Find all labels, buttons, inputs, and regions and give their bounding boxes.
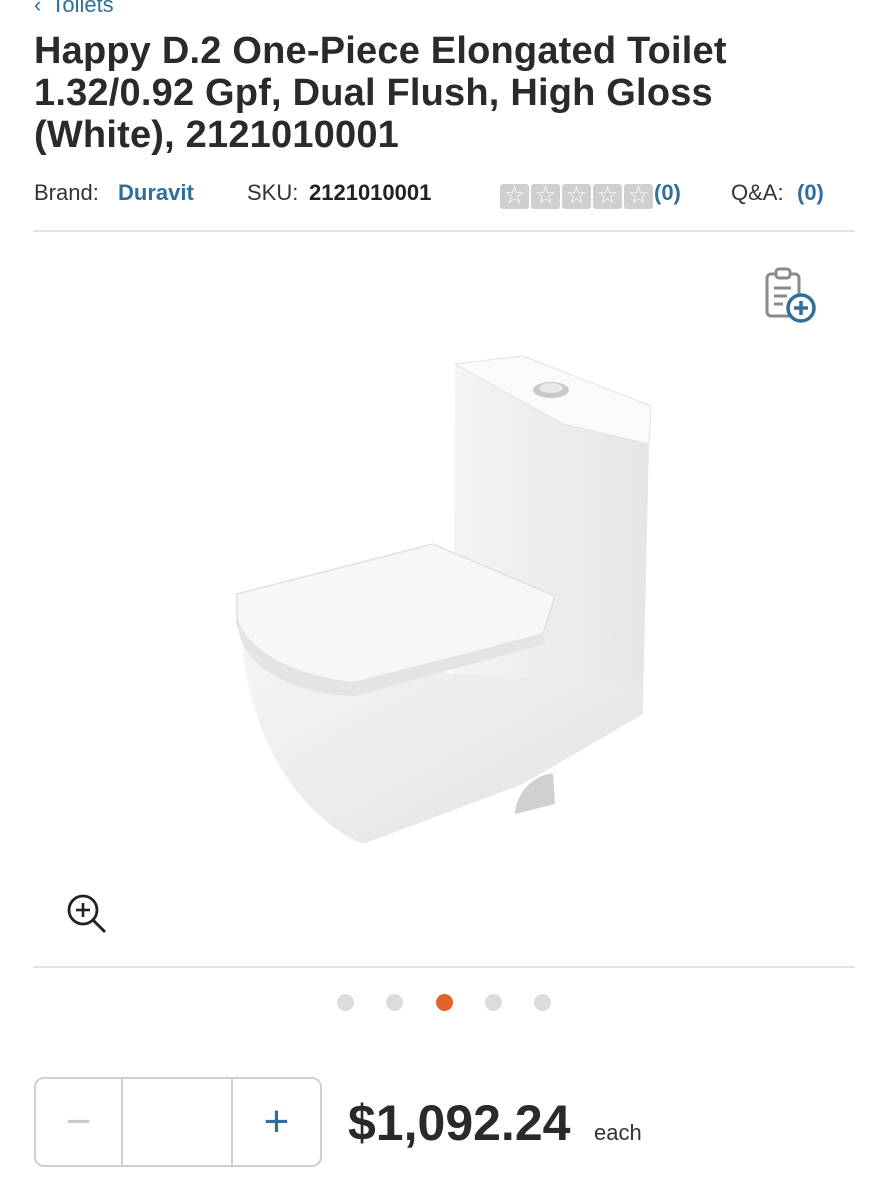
rating-stars[interactable] — [500, 181, 653, 210]
breadcrumb-link[interactable]: Toilets — [51, 0, 113, 17]
increase-quantity-button[interactable]: + — [233, 1079, 320, 1165]
product-meta: Brand: Duravit SKU: 2121010001 (0) Q&A: … — [34, 176, 864, 216]
divider — [33, 966, 855, 968]
star-icon — [531, 181, 560, 210]
divider — [33, 230, 855, 232]
gallery-dot-active[interactable] — [436, 994, 453, 1011]
decrease-quantity-button[interactable]: − — [36, 1079, 124, 1165]
zoom-in-icon[interactable] — [65, 892, 109, 936]
star-icon — [562, 181, 591, 210]
gallery-dot[interactable] — [534, 994, 551, 1011]
quantity-stepper: − + — [34, 1077, 322, 1167]
breadcrumb[interactable]: ‹ Toilets — [34, 0, 114, 18]
clipboard-plus-icon[interactable] — [763, 266, 819, 326]
gallery-dot[interactable] — [485, 994, 502, 1011]
product-price: $1,092.24 — [348, 1095, 571, 1151]
price-unit: each — [594, 1120, 642, 1145]
product-image[interactable] — [223, 344, 663, 864]
sku-label: SKU: — [247, 180, 299, 205]
gallery-pagination — [0, 994, 888, 1014]
rating-count-link[interactable]: (0) — [654, 180, 681, 206]
qa-label: Q&A: — [731, 180, 784, 205]
star-icon — [593, 181, 622, 210]
gallery-dot[interactable] — [386, 994, 403, 1011]
brand-link[interactable]: Duravit — [118, 180, 194, 206]
brand-label: Brand: — [34, 180, 99, 205]
product-gallery[interactable] — [33, 234, 855, 966]
product-title: Happy D.2 One-Piece Elongated Toilet 1.3… — [34, 30, 727, 156]
quantity-input[interactable] — [123, 1079, 234, 1165]
gallery-dot[interactable] — [337, 994, 354, 1011]
sku-value: 2121010001 — [309, 180, 432, 205]
chevron-left-icon: ‹ — [34, 0, 42, 17]
star-icon — [624, 181, 653, 210]
star-icon — [500, 181, 529, 210]
qa-count-link[interactable]: (0) — [797, 180, 824, 206]
